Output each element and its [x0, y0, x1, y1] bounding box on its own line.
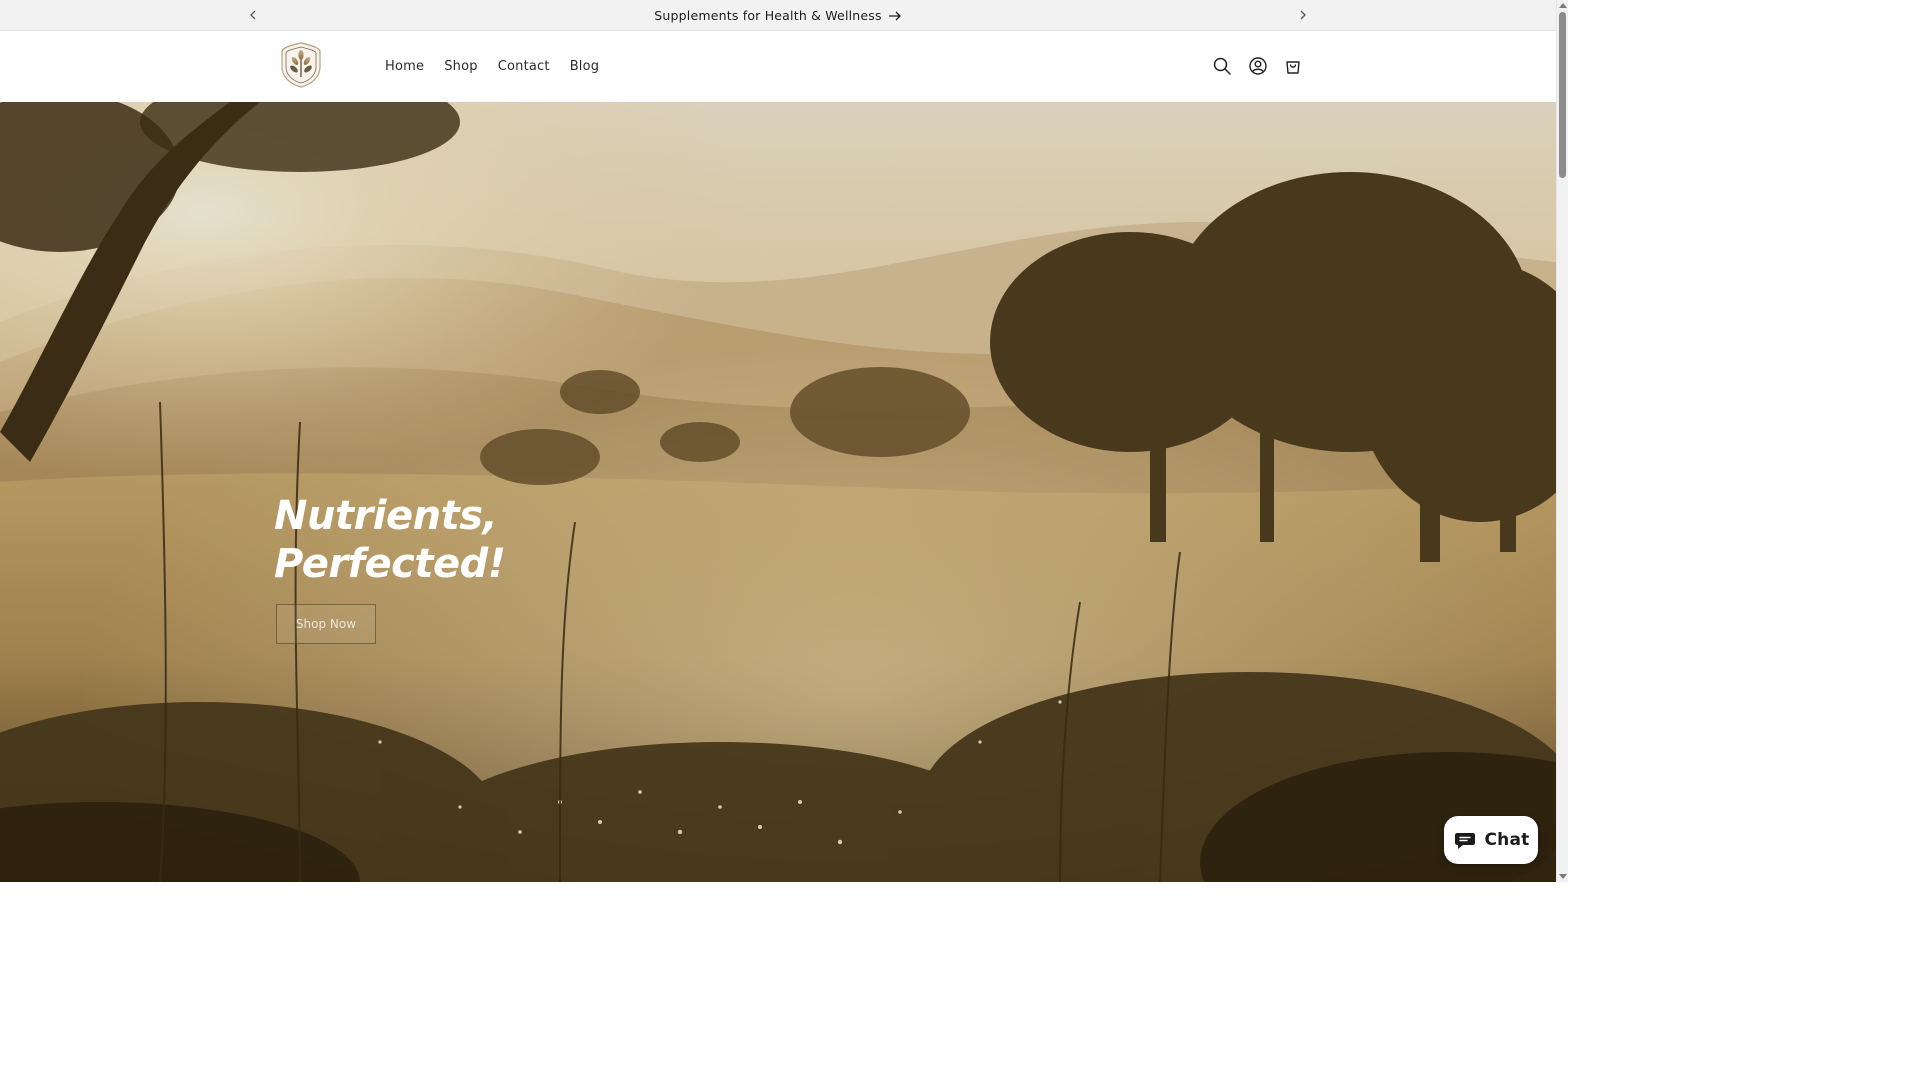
announcement-text: Supplements for Health & Wellness [654, 8, 882, 23]
announcement-bar: Supplements for Health & Wellness [0, 0, 1556, 31]
nav-shop[interactable]: Shop [434, 59, 488, 74]
shop-now-button[interactable]: Shop Now [276, 604, 376, 644]
chat-bubble-icon [1454, 833, 1475, 849]
search-icon[interactable] [1211, 55, 1233, 77]
nav-blog[interactable]: Blog [560, 59, 610, 74]
leaf-crest-logo [281, 42, 321, 88]
chevron-right-icon[interactable] [1295, 7, 1311, 23]
scroll-up-icon[interactable] [1559, 3, 1567, 8]
hero-landscape-image [0, 102, 1556, 882]
scroll-down-icon[interactable] [1559, 874, 1567, 879]
page-scrollbar[interactable] [1556, 0, 1568, 882]
hero-banner: Nutrients, Perfected! Shop Now [0, 102, 1556, 882]
site-header: Home Shop Contact Blog [0, 31, 1556, 102]
page: Supplements for Health & Wellness Home S… [0, 0, 1568, 882]
nav-home[interactable]: Home [375, 59, 434, 74]
chat-button[interactable]: Chat [1444, 816, 1538, 864]
nav-contact[interactable]: Contact [488, 59, 560, 74]
account-icon[interactable] [1247, 55, 1269, 77]
arrow-right-icon [888, 11, 901, 20]
main-nav: Home Shop Contact Blog [375, 31, 609, 102]
scroll-thumb[interactable] [1559, 12, 1566, 178]
cart-icon[interactable] [1282, 55, 1304, 77]
announcement-link[interactable]: Supplements for Health & Wellness [0, 0, 1556, 31]
logo[interactable] [280, 41, 322, 89]
chat-label: Chat [1484, 830, 1530, 850]
hero-title: Nutrients, Perfected! [274, 493, 506, 587]
